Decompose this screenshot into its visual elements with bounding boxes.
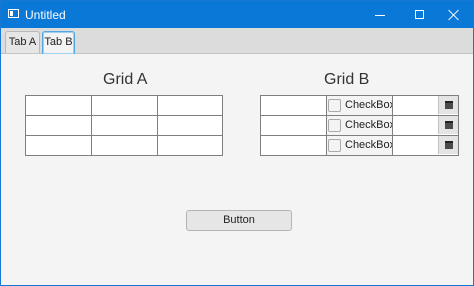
grid-b-checkbox-cell: CheckBox xyxy=(326,135,395,156)
tab-bar: Tab A Tab B xyxy=(1,28,473,54)
tab-content: Grid A Grid B CheckBox CheckBox CheckBox B… xyxy=(1,54,473,285)
checkbox-label[interactable]: CheckBox xyxy=(345,119,395,132)
grid-a-text-field[interactable] xyxy=(91,95,158,116)
grid-a-text-field[interactable] xyxy=(25,95,92,116)
date-picker-field[interactable] xyxy=(392,95,459,116)
grid-a-text-field[interactable] xyxy=(25,115,92,136)
date-picker-field[interactable] xyxy=(392,135,459,156)
tab-a[interactable]: Tab A xyxy=(5,31,40,53)
grid-a-text-field[interactable] xyxy=(91,115,158,136)
grid-b-text-field[interactable] xyxy=(260,95,327,116)
checkbox-label[interactable]: CheckBox xyxy=(345,99,395,112)
checkbox[interactable] xyxy=(328,99,341,112)
window-title: Untitled xyxy=(25,8,66,22)
grid-a-text-field[interactable] xyxy=(25,135,92,156)
tab-b[interactable]: Tab B xyxy=(42,31,75,54)
app-window: Untitled Tab A Tab B Grid A Grid B Check… xyxy=(0,0,474,286)
grid-b-text-field[interactable] xyxy=(260,115,327,136)
close-button[interactable] xyxy=(434,1,473,28)
close-icon xyxy=(448,9,459,20)
minimize-button[interactable] xyxy=(360,1,400,28)
window-icon xyxy=(8,9,19,18)
grid-a-text-field[interactable] xyxy=(91,135,158,156)
main-button[interactable]: Button xyxy=(186,210,292,231)
checkbox[interactable] xyxy=(328,139,341,152)
grid-b-title: Grid B xyxy=(324,71,370,88)
checkbox-label[interactable]: CheckBox xyxy=(345,139,395,152)
grid-b-checkbox-cell: CheckBox xyxy=(326,95,395,116)
minimize-icon xyxy=(375,15,385,16)
title-bar[interactable]: Untitled xyxy=(1,1,473,28)
maximize-icon xyxy=(415,10,424,19)
date-picker-button[interactable] xyxy=(438,136,458,154)
grid-a-text-field[interactable] xyxy=(157,115,223,136)
calendar-icon xyxy=(445,141,453,149)
date-picker-button[interactable] xyxy=(438,96,458,114)
grid-a-text-field[interactable] xyxy=(157,135,223,156)
grid-b-text-field[interactable] xyxy=(260,135,327,156)
date-picker-button[interactable] xyxy=(438,116,458,134)
grid-a-title: Grid A xyxy=(103,71,148,88)
date-picker-field[interactable] xyxy=(392,115,459,136)
checkbox[interactable] xyxy=(328,119,341,132)
grid-a-text-field[interactable] xyxy=(157,95,223,116)
calendar-icon xyxy=(445,101,453,109)
grid-b-checkbox-cell: CheckBox xyxy=(326,115,395,136)
calendar-icon xyxy=(445,121,453,129)
